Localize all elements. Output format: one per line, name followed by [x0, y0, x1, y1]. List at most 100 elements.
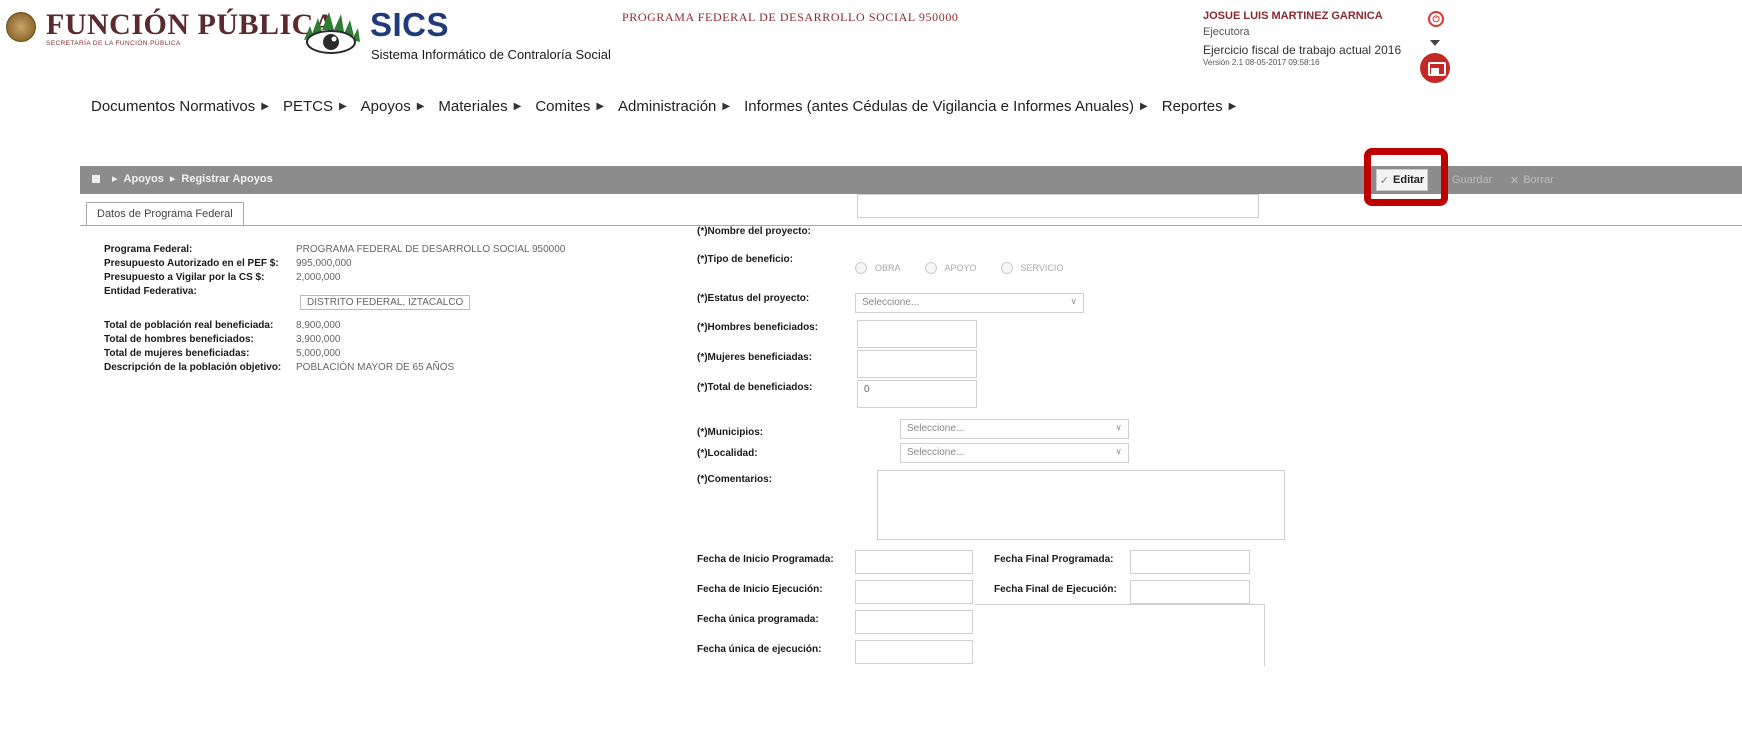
nombre-proyecto-input[interactable] [857, 194, 1259, 218]
save-icon: ▪ [1444, 174, 1448, 186]
eye-logo-icon [304, 12, 360, 54]
info-value: 5,000,000 [296, 348, 341, 359]
app-header: FUNCIÓN PÚBLICA SECRETARÍA DE LA FUNCIÓN… [0, 0, 1742, 83]
localidad-label: (*)Localidad: [697, 448, 758, 459]
info-value: PROGRAMA FEDERAL DE DESARROLLO SOCIAL 95… [296, 244, 566, 255]
save-button-label: Guardar [1451, 174, 1493, 186]
fecha-final-programada-input[interactable] [1130, 550, 1250, 574]
menu-item-label: PETCS [282, 98, 333, 115]
menu-arrow-icon: ▶ [416, 101, 425, 112]
edit-button[interactable]: ✓ Editar [1376, 169, 1428, 191]
total-beneficiados-input: 0 [857, 380, 977, 408]
menu-item-reportes[interactable]: Reportes ▶ [1162, 98, 1237, 115]
radio-label-apoyo: APOYO [944, 263, 977, 273]
fecha-unica-ejecucion-input[interactable] [855, 640, 973, 664]
program-title: PROGRAMA FEDERAL DE DESARROLLO SOCIAL 95… [622, 10, 959, 24]
menu-item-administracion[interactable]: Administración ▶ [618, 98, 730, 115]
radio-obra[interactable] [855, 262, 867, 274]
info-value: 3,900,000 [296, 334, 341, 345]
user-menu-caret-icon[interactable] [1430, 40, 1440, 46]
info-label: Presupuesto Autorizado en el PEF $: [104, 258, 279, 269]
mexico-seal-icon [6, 12, 36, 42]
mujeres-beneficiadas-label: (*)Mujeres beneficiadas: [697, 352, 813, 363]
main-menu: Documentos Normativos ▶ PETCS ▶ Apoyos ▶ Ma… [91, 98, 1250, 115]
toolbar: ▸ Apoyos ▸ Registrar Apoyos ✓ Editar ▪ Guarda… [80, 166, 1742, 194]
menu-item-petcs[interactable]: PETCS ▶ [283, 98, 347, 115]
localidad-select[interactable]: Seleccione... ∨ [900, 443, 1129, 463]
menu-item-comites[interactable]: Comites ▶ [535, 98, 604, 115]
fecha-final-ejecucion-input[interactable] [1130, 580, 1250, 604]
info-label: Programa Federal: [104, 244, 193, 255]
radio-apoyo[interactable] [924, 262, 937, 274]
menu-item-materiales[interactable]: Materiales ▶ [438, 98, 521, 115]
edit-button-label: Editar [1393, 174, 1425, 186]
delete-button[interactable]: ✕ Borrar [1510, 169, 1554, 191]
info-value: 8,900,000 [296, 320, 341, 331]
logout-icon[interactable]: ⏻ [1428, 11, 1444, 27]
menu-item-label: Comites [535, 98, 591, 115]
fecha-unica-ejecucion-label: Fecha única de ejecución: [697, 644, 822, 655]
municipios-select[interactable]: Seleccione... ∨ [900, 419, 1129, 439]
delete-button-label: Borrar [1523, 174, 1554, 186]
menu-item-documentos[interactable]: Documentos Normativos ▶ [91, 98, 269, 115]
total-beneficiados-label: (*)Total de beneficiados: [697, 382, 813, 393]
hombres-beneficiados-input[interactable] [857, 320, 977, 348]
user-name: JOSUE LUIS MARTINEZ GARNICA [1203, 10, 1383, 22]
comentarios-textarea[interactable] [877, 470, 1285, 540]
hombres-beneficiados-label: (*)Hombres beneficiados: [697, 322, 819, 333]
menu-arrow-icon: ▶ [722, 101, 731, 112]
menu-arrow-icon: ▶ [596, 101, 605, 112]
fecha-inicio-programada-label: Fecha de Inicio Programada: [697, 554, 834, 565]
chevron-down-icon: ∨ [1115, 422, 1122, 432]
menu-item-label: Administración [618, 98, 717, 115]
menu-item-informes[interactable]: Informes (antes Cédulas de Vigilancia e … [744, 98, 1148, 115]
comentarios-label: (*)Comentarios: [697, 474, 773, 485]
municipios-label: (*)Municipios: [697, 427, 764, 438]
info-label: Total de población real beneficiada: [104, 320, 274, 331]
menu-item-label: Reportes [1161, 98, 1223, 115]
fiscal-year: Ejercicio fiscal de trabajo actual 2016 [1203, 43, 1402, 57]
info-label: Total de mujeres beneficiadas: [104, 348, 250, 359]
fecha-inicio-ejecucion-label: Fecha de Inicio Ejecución: [697, 584, 823, 595]
info-label: Presupuesto a Vigilar por la CS $: [104, 272, 265, 283]
app-title: SICS [370, 6, 450, 43]
mujeres-beneficiadas-input[interactable] [857, 350, 977, 378]
select-value: Seleccione... [862, 297, 920, 308]
estatus-proyecto-select[interactable]: Seleccione... ∨ [855, 293, 1084, 313]
fecha-unica-programada-label: Fecha única programada: [697, 614, 819, 625]
info-value: POBLACIÓN MAYOR DE 65 AÑOS [296, 362, 455, 373]
breadcrumb-separator: ▸ [112, 173, 118, 185]
tipo-beneficio-radio-group: OBRA APOYO SERVICIO [855, 262, 1087, 274]
app-version: Versión 2.1 08-05-2017 09:58:16 [1203, 58, 1320, 67]
brand-title: FUNCIÓN PÚBLICA [46, 8, 337, 41]
menu-arrow-icon: ▶ [513, 101, 522, 112]
breadcrumb-separator: ▸ [169, 173, 176, 185]
radio-label-servicio: SERVICIO [1020, 263, 1064, 273]
fecha-inicio-ejecucion-input[interactable] [855, 580, 973, 604]
fecha-unica-programada-input[interactable] [855, 610, 973, 634]
select-value: Seleccione... [907, 447, 965, 458]
menu-item-label: Informes (antes Cédulas de Vigilancia e … [744, 98, 1135, 115]
tab-divider [80, 225, 1742, 226]
radio-servicio[interactable] [1000, 262, 1013, 274]
tab-datos-programa[interactable]: Datos de Programa Federal [86, 202, 244, 226]
fecha-final-ejecucion-label: Fecha Final de Ejecución: [994, 584, 1117, 595]
info-value: 995,000,000 [296, 258, 352, 269]
home-icon[interactable] [92, 175, 100, 184]
menu-arrow-icon: ▶ [1228, 101, 1237, 112]
breadcrumb-apoyos[interactable]: Apoyos [124, 173, 164, 185]
info-value: 2,000,000 [296, 272, 341, 283]
info-label: Entidad Federativa: [104, 286, 197, 297]
save-button[interactable]: ▪ Guardar [1444, 169, 1492, 191]
brand-subtitle: SECRETARÍA DE LA FUNCIÓN PÚBLICA [46, 40, 181, 47]
printer-icon[interactable] [1420, 53, 1450, 83]
fecha-inicio-programada-input[interactable] [855, 550, 973, 574]
menu-item-apoyos[interactable]: Apoyos ▶ [361, 98, 425, 115]
tipo-beneficio-label: (*)Tipo de beneficio: [697, 254, 793, 265]
chevron-down-icon: ∨ [1115, 446, 1122, 456]
menu-arrow-icon: ▶ [261, 101, 269, 112]
fecha-final-programada-label: Fecha Final Programada: [994, 554, 1114, 565]
info-label: Total de hombres beneficiados: [104, 334, 254, 345]
breadcrumb: ▸ Apoyos ▸ Registrar Apoyos [92, 172, 273, 185]
estatus-proyecto-label: (*)Estatus del proyecto: [697, 293, 810, 304]
